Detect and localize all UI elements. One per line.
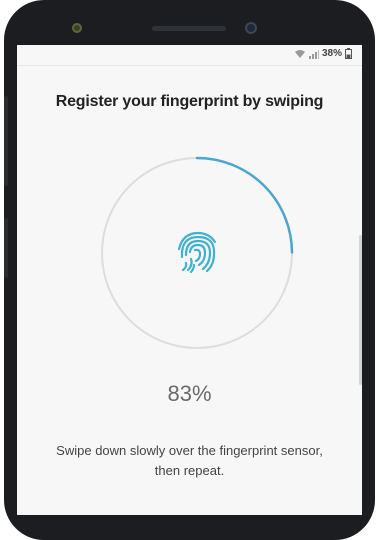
sensor-icon bbox=[72, 23, 82, 33]
signal-icon bbox=[308, 49, 319, 59]
volume-button bbox=[4, 96, 8, 186]
status-bar: 38% bbox=[17, 45, 362, 65]
phone-frame: 38% Register your fingerprint by swiping bbox=[4, 0, 375, 540]
page-title: Register your fingerprint by swiping bbox=[55, 93, 324, 110]
battery-icon bbox=[345, 48, 352, 59]
speaker-grille bbox=[152, 26, 226, 31]
screen: 38% Register your fingerprint by swiping bbox=[17, 45, 362, 515]
wifi-icon bbox=[294, 49, 306, 59]
scrollbar[interactable] bbox=[359, 235, 362, 385]
battery-percent: 38% bbox=[321, 48, 342, 59]
instruction-text: Swipe down slowly over the fingerprint s… bbox=[56, 443, 323, 478]
power-button bbox=[4, 218, 8, 278]
status-divider bbox=[17, 65, 362, 66]
status-icons: 38% bbox=[294, 48, 352, 59]
fingerprint-icon bbox=[177, 231, 217, 274]
front-camera-icon bbox=[245, 22, 257, 34]
top-bezel bbox=[4, 0, 375, 50]
progress-percent: 83% bbox=[167, 381, 212, 406]
progress-ring bbox=[100, 156, 294, 350]
